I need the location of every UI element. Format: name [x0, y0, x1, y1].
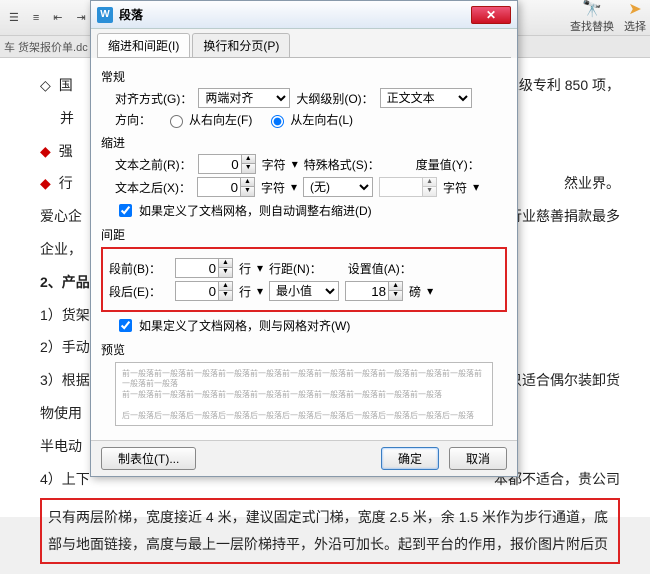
spinner-up-icon[interactable]: ▲	[388, 282, 402, 291]
spinner-up-icon[interactable]: ▲	[422, 178, 436, 187]
outline-label: 大纲级别(O)：	[296, 90, 373, 107]
direction-label: 方向：	[115, 111, 151, 128]
after-text-label: 文本之后(X)：	[115, 179, 191, 196]
cursor-icon: ➤	[628, 2, 641, 18]
paragraph-dialog: W 段落 ✕ 缩进和间距(I) 换行和分页(P) 常规 对齐方式(G)： 两端对…	[90, 0, 518, 477]
indent-right-icon[interactable]: ⇥	[72, 8, 91, 27]
dialog-button-bar: 制表位(T)... 确定 取消	[91, 440, 517, 476]
section-indent: 缩进	[101, 134, 507, 151]
doc-line: 行	[59, 168, 73, 199]
special-select[interactable]: (无)	[303, 177, 373, 197]
doc-line: 国	[59, 70, 73, 101]
before-para-spinner[interactable]: ▲▼	[175, 258, 233, 278]
outline-select[interactable]: 正文文本	[380, 88, 472, 108]
find-replace-label: 查找替换	[570, 18, 614, 34]
unit-line: 行	[239, 283, 251, 300]
diamond-bullet-red: ◆	[40, 168, 51, 199]
spinner-up-icon[interactable]: ▲	[218, 282, 232, 291]
line-spacing-select[interactable]: 最小值	[269, 281, 339, 301]
spinner-down-icon[interactable]: ▼	[218, 291, 232, 300]
measure-spinner[interactable]: ▲▼	[379, 177, 437, 197]
diamond-bullet: ◇	[40, 70, 51, 101]
direction-ltr-radio[interactable]: 从左向右(L)	[266, 111, 353, 128]
after-text-spinner[interactable]: ▲▼	[197, 177, 255, 197]
doc-line-tail: 然业界。	[564, 168, 620, 199]
spinner-up-icon[interactable]: ▲	[241, 155, 255, 164]
set-value-label: 设置值(A)：	[348, 260, 412, 277]
preview-box: 前一般落前一般落前一般落前一般落前一般落前一般落前一般落前一般落前一般落前一般落…	[115, 362, 493, 426]
app-logo-icon: W	[97, 7, 113, 23]
direction-rtl-radio[interactable]: 从右向左(F)	[165, 111, 252, 128]
spinner-down-icon[interactable]: ▼	[388, 291, 402, 300]
spinner-down-icon[interactable]: ▼	[218, 268, 232, 277]
section-spacing: 间距	[101, 226, 507, 243]
unit-pt: 磅	[409, 283, 421, 300]
dialog-titlebar[interactable]: W 段落 ✕	[91, 1, 517, 29]
find-replace-group[interactable]: 🔭 查找替换	[570, 2, 614, 34]
doc-heading: 2、产品	[40, 267, 90, 298]
tab-indent-spacing[interactable]: 缩进和间距(I)	[97, 33, 190, 57]
align-select[interactable]: 两端对齐	[198, 88, 290, 108]
after-para-label: 段后(E)：	[109, 283, 169, 300]
section-preview: 预览	[101, 341, 507, 358]
tabstops-button[interactable]: 制表位(T)...	[101, 447, 196, 470]
spinner-up-icon[interactable]: ▲	[240, 178, 254, 187]
spacing-highlight-box: 段前(B)： ▲▼ 行▾ 行距(N)： 设置值(A)： 段后(E)： ▲▼ 行▾…	[101, 247, 507, 312]
select-label: 选择	[624, 18, 646, 34]
document-tab[interactable]: 车 货架报价单.dc	[4, 39, 88, 55]
bullets-icon[interactable]: ☰	[4, 8, 24, 27]
section-general: 常规	[101, 68, 507, 85]
spinner-down-icon[interactable]: ▼	[240, 187, 254, 196]
doc-line: 爱心企	[40, 201, 82, 232]
unit-line: 行	[239, 260, 251, 277]
close-button[interactable]: ✕	[471, 6, 511, 24]
spinner-down-icon[interactable]: ▼	[241, 164, 255, 173]
before-text-spinner[interactable]: ▲▼	[198, 154, 256, 174]
diamond-bullet-red: ◆	[40, 136, 51, 167]
line-spacing-label: 行距(N)：	[269, 260, 322, 277]
after-para-spinner[interactable]: ▲▼	[175, 281, 233, 301]
doc-line: 并	[60, 103, 74, 134]
special-label: 特殊格式(S)：	[304, 156, 380, 173]
doc-line-tail: 只适合偶尔装卸货	[508, 365, 620, 396]
tab-line-page-break[interactable]: 换行和分页(P)	[192, 33, 290, 57]
ok-button[interactable]: 确定	[381, 447, 439, 470]
unit-char: 字符	[262, 156, 286, 173]
indent-left-icon[interactable]: ⇤	[48, 8, 67, 27]
doc-item: 3）根据	[40, 365, 90, 396]
dialog-tabs: 缩进和间距(I) 换行和分页(P)	[91, 29, 517, 57]
before-text-label: 文本之前(R)：	[115, 156, 192, 173]
numbering-icon[interactable]: ≡	[28, 9, 44, 27]
doc-line: 强	[59, 136, 73, 167]
unit-char: 字符	[443, 179, 467, 196]
dialog-title: 段落	[119, 6, 143, 23]
select-group[interactable]: ➤ 选择	[624, 2, 646, 34]
measure-label: 度量值(Y)：	[416, 156, 480, 173]
spinner-up-icon[interactable]: ▲	[218, 259, 232, 268]
dialog-pane: 常规 对齐方式(G)： 两端对齐 大纲级别(O)： 正文文本 方向： 从右向左(…	[91, 58, 517, 440]
doc-item: 4）上下	[40, 464, 90, 495]
grid-align-checkbox[interactable]: 如果定义了文档网格，则与网格对齐(W)	[115, 316, 507, 335]
binoculars-icon: 🔭	[582, 2, 602, 18]
highlighted-paragraph: 只有两层阶梯，宽度接近 4 米，建议固定式门梯，宽度 2.5 米，余 1.5 米…	[40, 498, 620, 563]
unit-char: 字符	[261, 179, 285, 196]
set-value-spinner[interactable]: ▲▼	[345, 281, 403, 301]
before-para-label: 段前(B)：	[109, 260, 169, 277]
align-label: 对齐方式(G)：	[115, 90, 192, 107]
auto-indent-checkbox[interactable]: 如果定义了文档网格，则自动调整右缩进(D)	[115, 201, 507, 220]
cancel-button[interactable]: 取消	[449, 447, 507, 470]
doc-line: 企业，	[40, 234, 82, 265]
spinner-down-icon[interactable]: ▼	[422, 187, 436, 196]
